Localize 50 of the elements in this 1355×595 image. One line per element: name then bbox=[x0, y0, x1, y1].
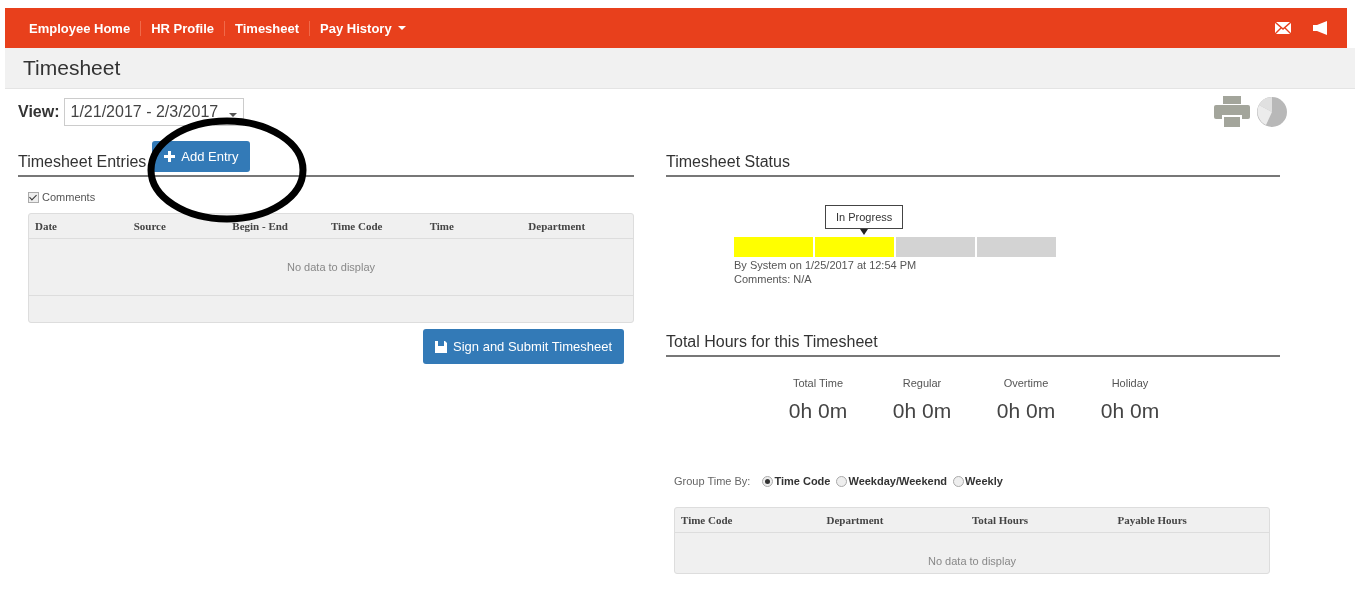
section-heading: Timesheet Entries bbox=[18, 153, 147, 172]
column-header[interactable]: Begin - End bbox=[232, 220, 331, 232]
nav-link[interactable]: HR Profile bbox=[141, 20, 225, 36]
status-info: By System on 1/25/2017 at 12:54 PM bbox=[734, 259, 918, 271]
nav-link[interactable]: Employee Home bbox=[19, 20, 142, 36]
radio-label: Time Code bbox=[774, 475, 831, 487]
total-label: Regular bbox=[902, 377, 942, 389]
column-header[interactable]: Total Hours bbox=[972, 514, 1118, 526]
column-header[interactable]: Time Code bbox=[681, 514, 827, 526]
add-entry-button[interactable]: Add Entry bbox=[152, 141, 251, 172]
column-header[interactable]: Date bbox=[35, 220, 134, 232]
page-title: Timesheet bbox=[23, 56, 121, 80]
plus-icon bbox=[164, 151, 176, 162]
total-value: 0h 0m bbox=[788, 399, 848, 423]
printer-icon[interactable] bbox=[1214, 96, 1250, 128]
radio-button[interactable] bbox=[836, 475, 848, 487]
column-header[interactable]: Payable Hours bbox=[1117, 514, 1263, 526]
empty-message: No data to display bbox=[286, 261, 376, 273]
total-value: 0h 0m bbox=[892, 399, 952, 423]
radio-button[interactable] bbox=[953, 475, 965, 487]
date-range-select[interactable]: 1/21/2017 - 2/3/2017 bbox=[63, 98, 244, 126]
radio-label: Weekday/Weekend bbox=[848, 475, 948, 487]
column-header[interactable]: Department bbox=[528, 220, 627, 232]
mail-icon[interactable] bbox=[1275, 22, 1291, 34]
nav-link[interactable]: Pay History bbox=[310, 20, 416, 36]
section-heading: Timesheet Status bbox=[666, 153, 790, 172]
nav-link[interactable]: Timesheet bbox=[225, 20, 311, 36]
empty-message: No data to display bbox=[927, 555, 1017, 567]
pointer-icon bbox=[860, 229, 869, 235]
total-label: Holiday bbox=[1111, 377, 1149, 389]
radio-label: Weekly bbox=[965, 475, 1003, 487]
submit-button[interactable]: Sign and Submit Timesheet bbox=[423, 329, 624, 364]
radio-button[interactable] bbox=[762, 475, 774, 487]
column-header[interactable]: Department bbox=[826, 514, 972, 526]
status-comments: Comments: N/A bbox=[734, 273, 813, 285]
column-header[interactable]: Time Code bbox=[331, 220, 430, 232]
column-header[interactable]: Source bbox=[133, 220, 233, 232]
total-value: 0h 0m bbox=[1100, 399, 1160, 423]
save-icon bbox=[435, 340, 447, 353]
total-label: Total Time bbox=[792, 377, 844, 389]
column-header[interactable]: Time bbox=[429, 220, 529, 232]
comments-checkbox[interactable] bbox=[28, 191, 39, 203]
status-callout: In Progress bbox=[825, 205, 904, 229]
checkbox-label: Comments bbox=[42, 191, 96, 203]
total-value: 0h 0m bbox=[996, 399, 1056, 423]
section-heading: Total Hours for this Timesheet bbox=[666, 333, 878, 352]
megaphone-icon[interactable] bbox=[1313, 21, 1329, 35]
view-label: View: bbox=[18, 103, 60, 121]
group-label: Group Time By: bbox=[674, 475, 751, 487]
total-label: Overtime bbox=[1003, 377, 1049, 389]
